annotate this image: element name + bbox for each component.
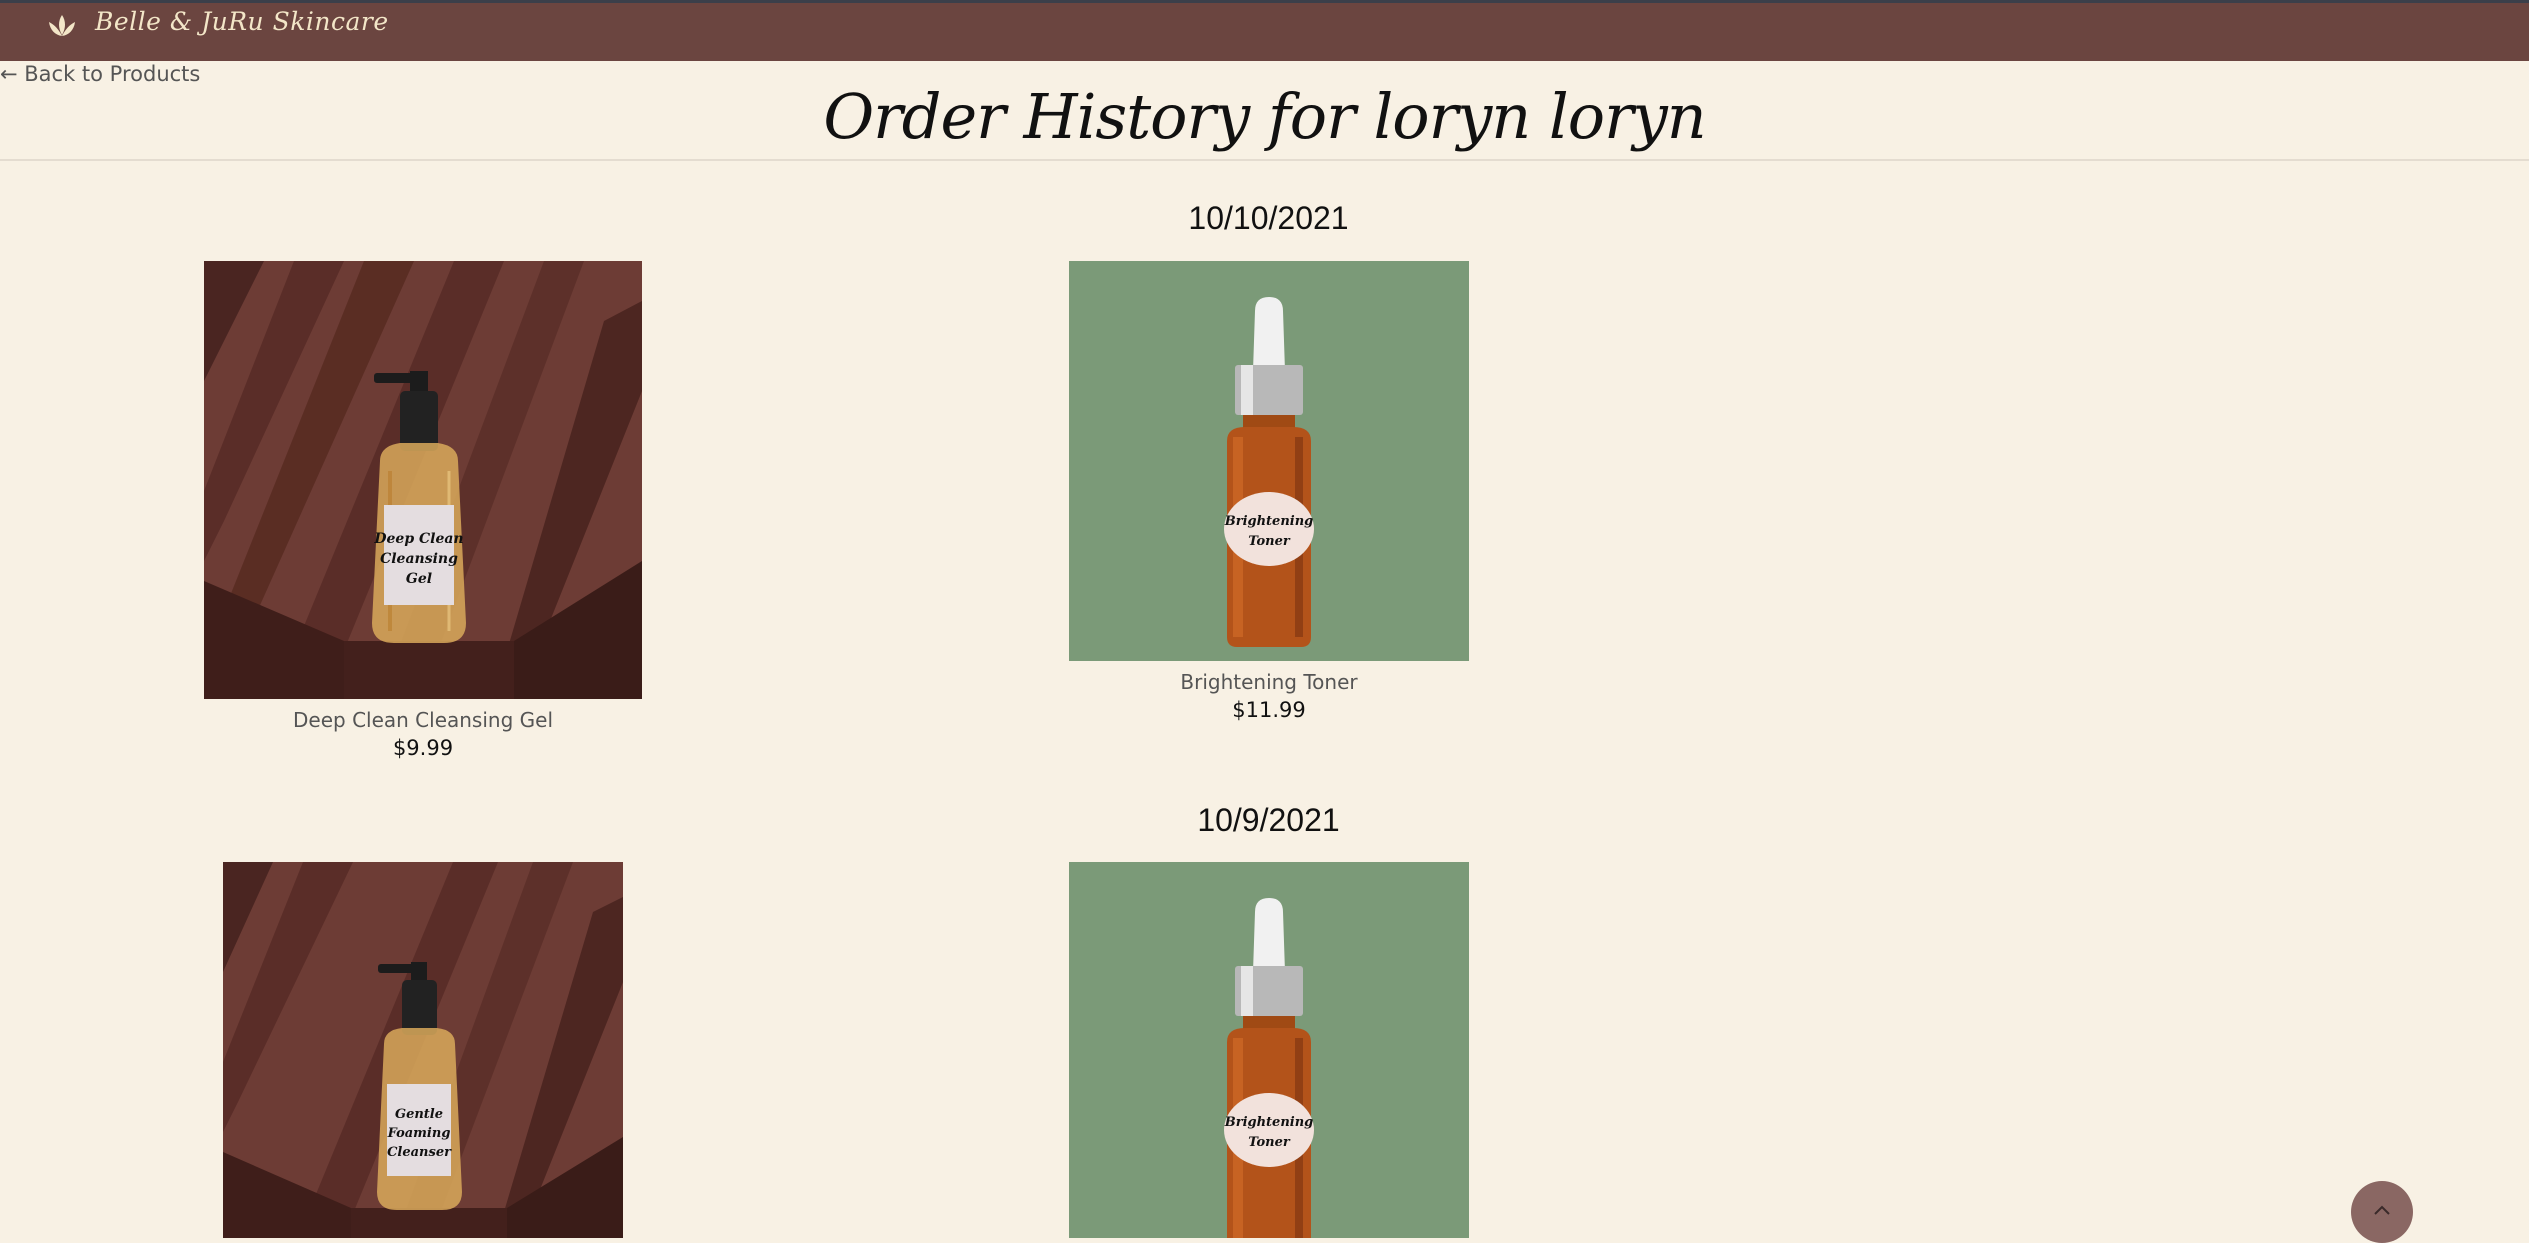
foaming-cleanser-bottle-photo: Gentle Foaming Cleanser bbox=[223, 862, 623, 1238]
svg-text:Cleanser: Cleanser bbox=[387, 1145, 452, 1160]
cleansing-gel-bottle-photo: Deep Clean Cleansing Gel bbox=[204, 261, 642, 699]
brand-name[interactable]: Belle & JuRu Skincare bbox=[95, 7, 389, 36]
product-image-gentle-foaming-cleanser[interactable]: Gentle Foaming Cleanser bbox=[223, 862, 623, 1238]
order-date: 10/10/2021 bbox=[1188, 200, 1349, 236]
product-name[interactable]: Brightening Toner bbox=[1069, 670, 1469, 694]
lotus-icon[interactable] bbox=[44, 11, 80, 41]
toner-bottle-photo: Brightening Toner bbox=[1069, 862, 1469, 1238]
svg-text:Brightening: Brightening bbox=[1224, 1115, 1314, 1130]
svg-text:Gentle: Gentle bbox=[395, 1107, 443, 1122]
product-price: $11.99 bbox=[1232, 698, 1306, 722]
svg-text:Brightening: Brightening bbox=[1224, 514, 1314, 529]
product-name[interactable]: Deep Clean Cleansing Gel bbox=[204, 708, 642, 732]
scroll-to-top-button[interactable] bbox=[2351, 1181, 2413, 1243]
product-image-brightening-toner[interactable]: Brightening Toner bbox=[1069, 261, 1469, 661]
svg-text:Foaming: Foaming bbox=[387, 1126, 451, 1141]
order-date: 10/9/2021 bbox=[1197, 802, 1340, 838]
title-divider bbox=[0, 159, 2529, 161]
svg-text:Deep Clean: Deep Clean bbox=[373, 531, 463, 547]
page-title: Order History for loryn loryn bbox=[823, 80, 1706, 153]
svg-text:Gel: Gel bbox=[406, 571, 432, 587]
product-price: $9.99 bbox=[392, 736, 454, 760]
product-image-deep-clean-cleansing-gel[interactable]: Deep Clean Cleansing Gel bbox=[204, 261, 642, 699]
top-nav-bar: Belle & JuRu Skincare bbox=[0, 0, 2529, 61]
product-image-brightening-toner[interactable]: Brightening Toner bbox=[1069, 862, 1469, 1238]
toner-bottle-photo: Brightening Toner bbox=[1069, 261, 1469, 661]
chevron-up-icon bbox=[2374, 1205, 2390, 1215]
svg-text:Toner: Toner bbox=[1248, 1135, 1291, 1150]
svg-text:Cleansing: Cleansing bbox=[380, 551, 458, 567]
svg-text:Toner: Toner bbox=[1248, 534, 1291, 549]
